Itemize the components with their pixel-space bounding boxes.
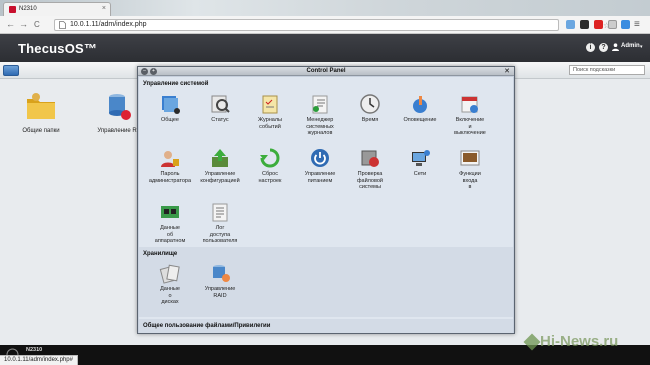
item-label: Функции входа в bbox=[459, 171, 481, 190]
item-label: Данные об аппаратном bbox=[154, 225, 186, 244]
cp-item-status[interactable]: Статус bbox=[196, 93, 244, 124]
cp-item-general[interactable]: Общее bbox=[146, 93, 194, 124]
raid-management-icon bbox=[213, 265, 230, 282]
status-icon bbox=[211, 95, 230, 113]
cp-item-reset[interactable]: Сброс настроек bbox=[246, 147, 294, 184]
desktop-item-label: Общие папки bbox=[22, 128, 60, 134]
clock-icon bbox=[360, 94, 380, 114]
browser-menu-icon[interactable]: ≡ bbox=[634, 19, 640, 30]
item-label: Оповещение bbox=[403, 117, 437, 123]
cp-item-config-management[interactable]: Управление конфигурацией bbox=[196, 147, 244, 184]
reset-icon bbox=[260, 148, 280, 168]
watermark: Hi-News.ru bbox=[540, 333, 619, 350]
desktop-shared-folders[interactable]: Общие папки bbox=[11, 89, 71, 134]
cp-item-notification[interactable]: Оповещение bbox=[396, 93, 444, 124]
section-title: Хранилище bbox=[143, 251, 178, 257]
brand-logo: ThecusOS™ bbox=[18, 41, 98, 56]
item-label: Пароль администратора bbox=[148, 171, 192, 184]
user-menu[interactable]: Admin bbox=[621, 43, 640, 49]
item-label: Проверка файловой системы bbox=[357, 171, 383, 190]
window-title: Control Panel bbox=[306, 68, 346, 74]
extension-icon[interactable] bbox=[608, 20, 617, 29]
item-label: Время bbox=[361, 117, 379, 123]
network-icon bbox=[412, 150, 430, 166]
thecus-favicon-icon bbox=[9, 6, 16, 13]
notification-icon bbox=[413, 96, 427, 113]
help-search-input[interactable]: Поиск подсказки bbox=[569, 65, 645, 75]
item-label: Сброс настроек bbox=[258, 171, 282, 184]
extension-icon[interactable] bbox=[566, 20, 575, 29]
tab-title: N2310 bbox=[19, 6, 37, 12]
item-label: Сети bbox=[413, 171, 427, 177]
cp-item-power-schedule[interactable]: Включение и выключение bbox=[446, 93, 494, 137]
power-schedule-icon bbox=[461, 96, 478, 113]
help-icon[interactable]: ? bbox=[599, 43, 608, 52]
tab-close-icon[interactable]: × bbox=[102, 5, 106, 12]
control-panel-body: Управление системой Общее Статус Журналы… bbox=[139, 77, 513, 333]
item-label: Лог доступа пользователя bbox=[202, 225, 238, 244]
cp-item-raid-management[interactable]: Управление RAID bbox=[196, 262, 244, 299]
cp-item-power-management[interactable]: Управление питанием bbox=[296, 147, 344, 184]
reload-icon[interactable]: C bbox=[34, 19, 40, 30]
extension-icon[interactable] bbox=[594, 20, 603, 29]
disk-info-icon bbox=[159, 264, 180, 284]
window-titlebar[interactable]: – + Control Panel ✕ bbox=[138, 67, 514, 76]
cp-item-user-access-log[interactable]: Лог доступа пользователя bbox=[196, 201, 244, 245]
close-icon[interactable]: ✕ bbox=[504, 67, 510, 75]
cp-item-disk-info[interactable]: Данные о дисках bbox=[146, 262, 194, 306]
address-url: 10.0.1.11/adm/index.php bbox=[70, 21, 147, 28]
browser-tab-bar: N2310 × bbox=[0, 0, 650, 16]
item-label: Менеджер системных журналов bbox=[306, 117, 334, 136]
taskbar-item[interactable]: N2310 bbox=[26, 347, 42, 353]
item-label: Управление питанием bbox=[304, 171, 336, 184]
item-label: Статус bbox=[211, 117, 229, 123]
item-label: Управление конфигурацией bbox=[200, 171, 240, 184]
cp-item-event-log[interactable]: Журналы событий bbox=[246, 93, 294, 130]
search-placeholder: Поиск подсказки bbox=[573, 67, 616, 73]
app-header: ThecusOS™ i ? Admin ▾ bbox=[0, 34, 650, 62]
item-label: Журналы событий bbox=[257, 117, 283, 130]
back-icon[interactable]: ← bbox=[6, 19, 15, 30]
status-url-bubble: 10.0.1.11/adm/index.php# bbox=[0, 355, 78, 365]
cp-item-filesystem-check[interactable]: Проверка файловой системы bbox=[346, 147, 394, 191]
syslog-manager-icon bbox=[312, 95, 328, 114]
general-icon bbox=[162, 96, 180, 114]
item-label: Включение и выключение bbox=[454, 117, 486, 136]
hardware-info-icon bbox=[161, 206, 179, 218]
section-title: Общее пользование файлами/Привилегии bbox=[143, 323, 271, 329]
address-bar[interactable]: 10.0.1.11/adm/index.php ☆ bbox=[54, 19, 610, 31]
cp-item-login-options[interactable]: Функции входа в bbox=[446, 147, 494, 191]
page-icon bbox=[59, 21, 66, 29]
filesystem-check-icon bbox=[361, 150, 379, 167]
info-icon[interactable]: i bbox=[586, 43, 595, 52]
cp-item-syslog-manager[interactable]: Менеджер системных журналов bbox=[296, 93, 344, 137]
start-menu-button[interactable] bbox=[3, 65, 19, 76]
browser-tab[interactable]: N2310 × bbox=[3, 2, 111, 16]
folder-icon bbox=[27, 93, 55, 119]
forward-icon[interactable]: → bbox=[19, 19, 28, 30]
cp-item-time[interactable]: Время bbox=[346, 93, 394, 124]
raid-icon bbox=[109, 94, 131, 120]
browser-toolbar: ← → C 10.0.1.11/adm/index.php ☆ ≡ bbox=[0, 16, 650, 34]
item-label: Данные о дисках bbox=[160, 286, 180, 305]
user-access-log-icon bbox=[212, 203, 228, 222]
cp-item-network[interactable]: Сети bbox=[396, 147, 444, 178]
event-log-icon bbox=[262, 95, 278, 114]
item-label: Общее bbox=[160, 117, 179, 123]
extension-icon[interactable] bbox=[580, 20, 589, 29]
chevron-down-icon[interactable]: ▾ bbox=[640, 44, 643, 50]
control-panel-window: – + Control Panel ✕ Управление системой … bbox=[137, 66, 515, 334]
power-icon bbox=[311, 149, 329, 167]
cp-item-admin-password[interactable]: Пароль администратора bbox=[146, 147, 194, 184]
section-title: Управление системой bbox=[143, 81, 209, 87]
user-icon bbox=[612, 43, 619, 51]
extension-icon[interactable] bbox=[621, 20, 630, 29]
item-label: Управление RAID bbox=[204, 286, 236, 299]
cp-item-hardware-info[interactable]: Данные об аппаратном bbox=[146, 201, 194, 245]
admin-password-icon bbox=[161, 151, 179, 167]
login-options-icon bbox=[460, 150, 480, 166]
config-management-icon bbox=[212, 149, 228, 167]
